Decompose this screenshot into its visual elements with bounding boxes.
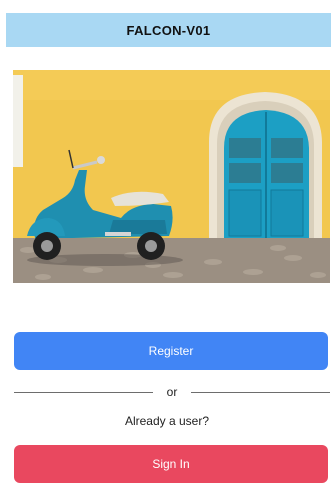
scooter-illustration (13, 70, 330, 283)
signin-button[interactable]: Sign In (14, 445, 328, 483)
or-divider: or (14, 385, 331, 399)
divider-text: or (166, 385, 178, 399)
app-title: FALCON-V01 (126, 22, 211, 38)
divider-line-left (14, 391, 153, 393)
already-user-label: Already a user? (124, 414, 210, 428)
app-screen: FALCON-V01 Register or Already a user? S… (0, 0, 334, 503)
divider-line-right (191, 391, 331, 393)
register-button[interactable]: Register (14, 332, 328, 370)
app-header: FALCON-V01 (6, 13, 331, 47)
hero-image (13, 70, 330, 283)
